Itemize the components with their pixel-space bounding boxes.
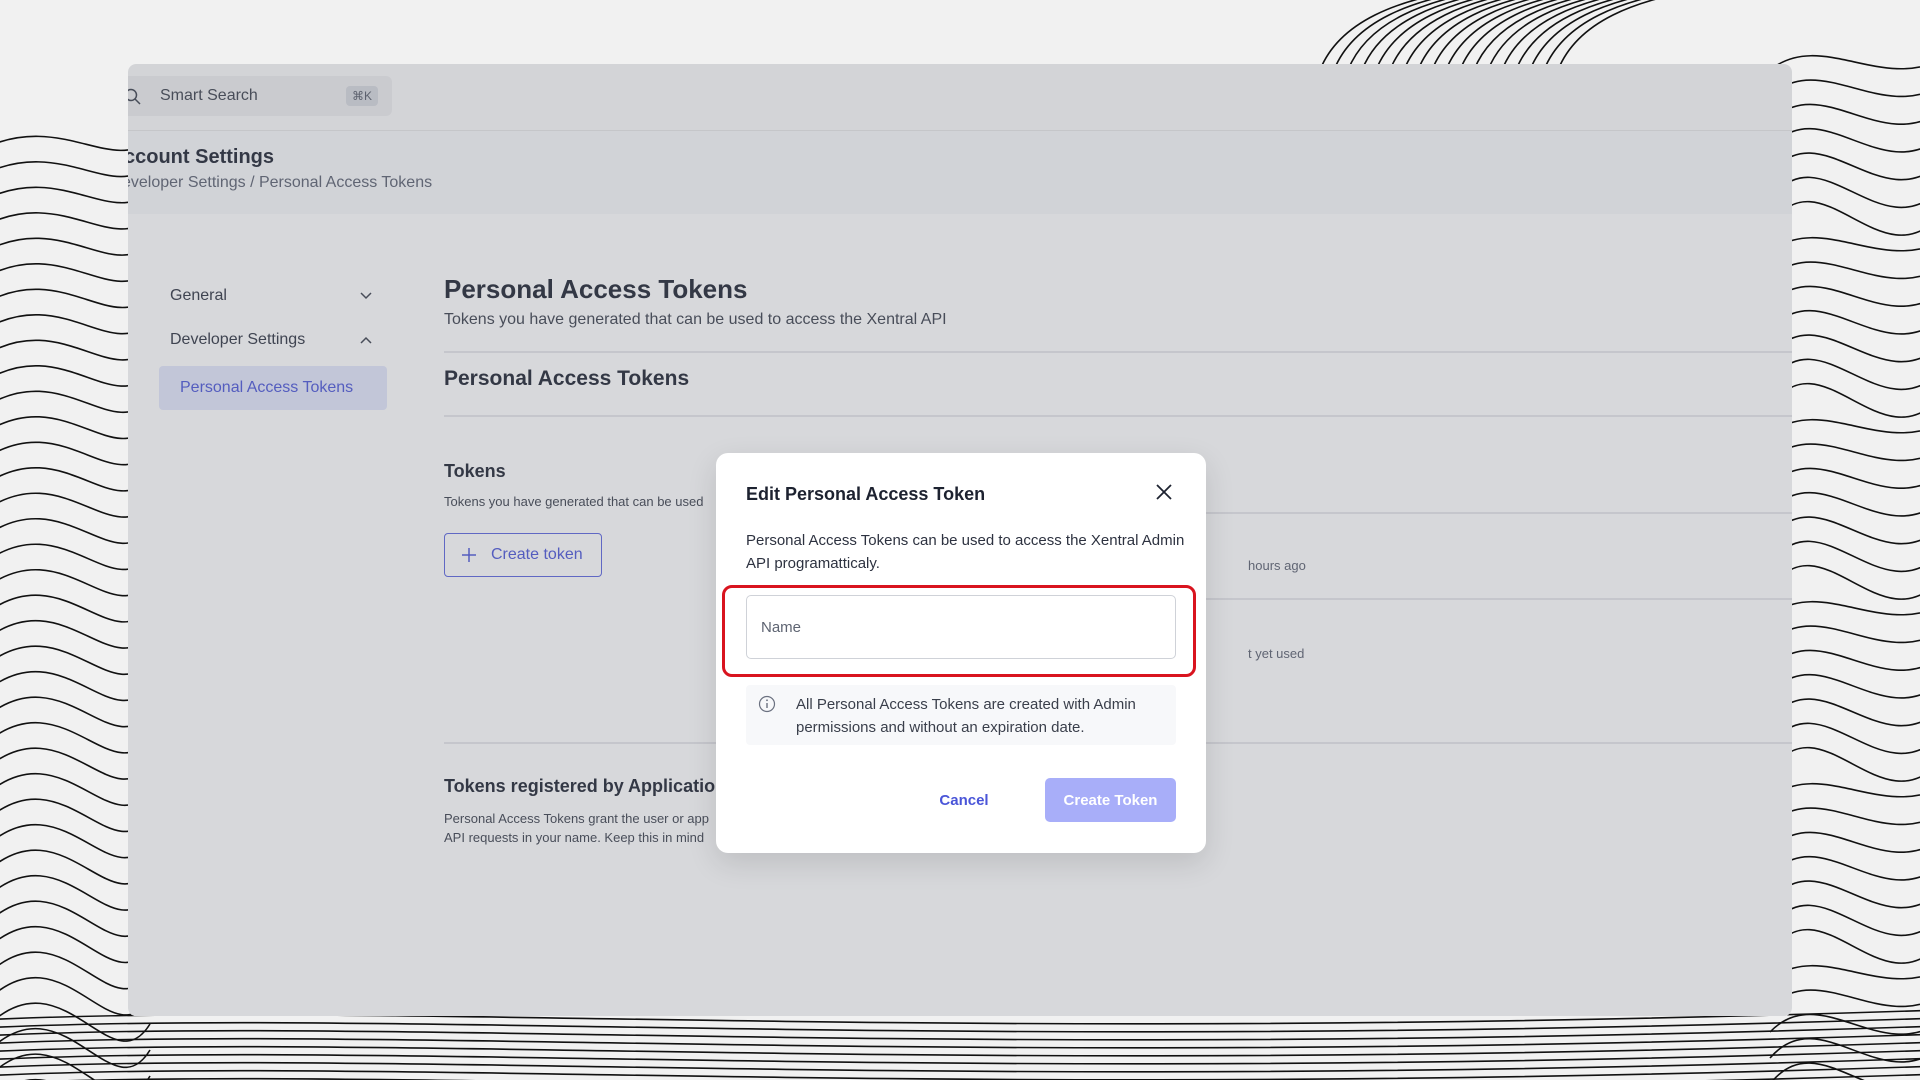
- info-icon: [758, 695, 776, 713]
- info-text: All Personal Access Tokens are created w…: [796, 696, 1136, 736]
- dialog-title: Edit Personal Access Token: [746, 484, 986, 504]
- dialog-description: Personal Access Tokens can be used to ac…: [746, 532, 1185, 572]
- close-icon[interactable]: [1152, 480, 1176, 504]
- cancel-button[interactable]: Cancel: [926, 778, 1002, 822]
- edit-token-dialog: Edit Personal Access Token Personal Acce…: [716, 453, 1206, 853]
- modal-overlay[interactable]: Edit Personal Access Token Personal Acce…: [0, 0, 1920, 1080]
- name-input[interactable]: [746, 595, 1176, 659]
- create-token-submit-button[interactable]: Create Token: [1045, 778, 1176, 822]
- info-notice: All Personal Access Tokens are created w…: [746, 685, 1176, 745]
